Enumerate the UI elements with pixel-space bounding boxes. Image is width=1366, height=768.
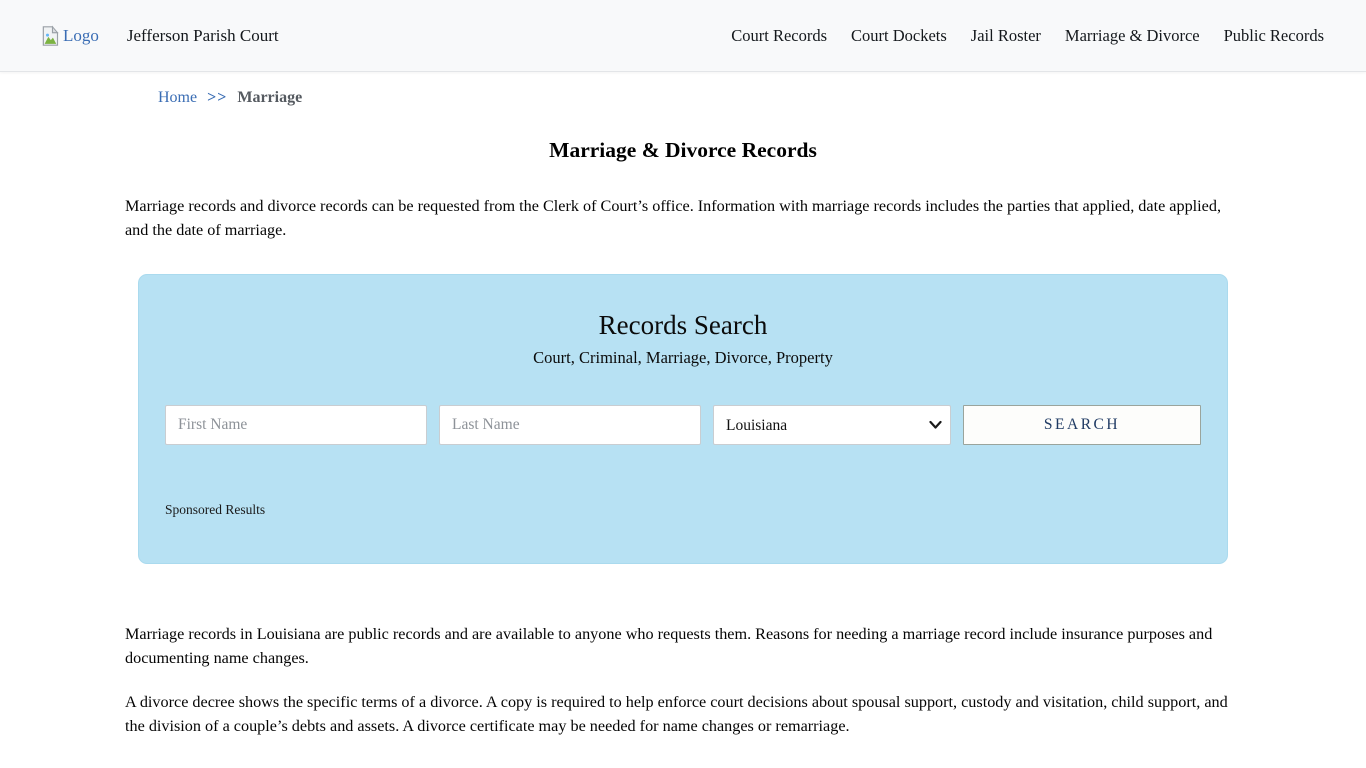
breadcrumb-separator: >>: [207, 89, 227, 107]
page-title: Marriage & Divorce Records: [125, 138, 1241, 163]
breadcrumb-current: Marriage: [237, 89, 302, 107]
last-name-input[interactable]: [439, 405, 701, 445]
broken-image-icon: [40, 25, 63, 47]
breadcrumb-home-link[interactable]: Home: [158, 89, 197, 107]
body-copy-block: Marriage records in Louisiana are public…: [125, 622, 1241, 738]
first-name-input[interactable]: [165, 405, 427, 445]
intro-paragraph: Marriage records and divorce records can…: [125, 194, 1241, 242]
content-container: Home >> Marriage Marriage & Divorce Reco…: [125, 89, 1241, 738]
state-select[interactable]: Louisiana: [714, 406, 950, 444]
nav-court-records[interactable]: Court Records: [731, 26, 827, 46]
site-title: Jefferson Parish Court: [127, 26, 279, 46]
state-select-wrap: Louisiana: [713, 405, 951, 445]
records-search-panel: Records Search Court, Criminal, Marriage…: [138, 274, 1228, 564]
public-records-paragraph: Marriage records in Louisiana are public…: [125, 622, 1241, 670]
breadcrumb: Home >> Marriage: [158, 89, 1241, 107]
sponsored-results-label: Sponsored Results: [165, 502, 1227, 518]
nav-marriage-divorce[interactable]: Marriage & Divorce: [1065, 26, 1200, 46]
nav-court-dockets[interactable]: Court Dockets: [851, 26, 947, 46]
logo-alt-text: Logo: [63, 26, 99, 46]
divorce-decree-paragraph: A divorce decree shows the specific term…: [125, 690, 1241, 738]
search-form-row: Louisiana SEARCH: [165, 405, 1201, 445]
records-search-title: Records Search: [139, 310, 1227, 341]
nav-jail-roster[interactable]: Jail Roster: [971, 26, 1041, 46]
nav-public-records[interactable]: Public Records: [1224, 26, 1324, 46]
brand-area: Logo Jefferson Parish Court: [40, 25, 279, 47]
site-header: Logo Jefferson Parish Court Court Record…: [0, 0, 1366, 72]
main-nav: Court Records Court Dockets Jail Roster …: [731, 26, 1324, 46]
site-logo[interactable]: Logo: [40, 25, 99, 47]
records-search-subtitle: Court, Criminal, Marriage, Divorce, Prop…: [139, 348, 1227, 368]
search-button[interactable]: SEARCH: [963, 405, 1201, 445]
